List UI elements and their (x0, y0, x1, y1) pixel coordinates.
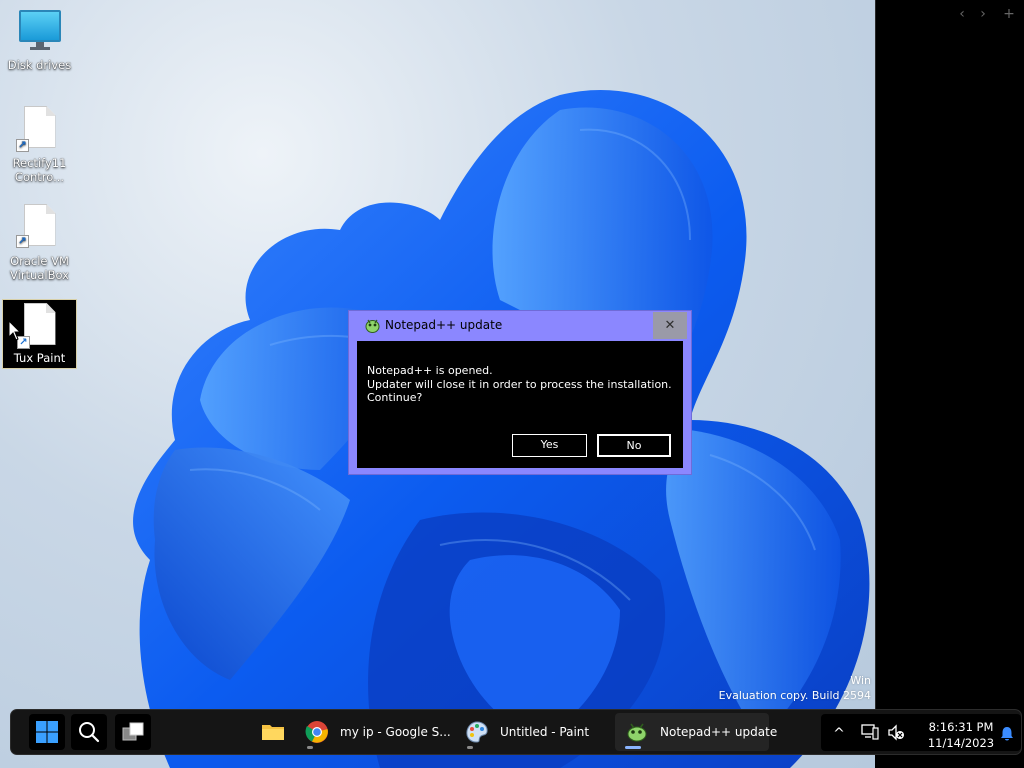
dialog-title: Notepad++ update (385, 318, 503, 332)
yes-button[interactable]: Yes (512, 434, 587, 457)
active-indicator (625, 746, 641, 749)
mouse-cursor-icon (8, 320, 22, 341)
show-hidden-icons-button[interactable]: ^ (829, 723, 849, 743)
monitor-icon (18, 10, 61, 52)
network-icon[interactable] (861, 724, 879, 740)
taskbar-app-chrome[interactable]: my ip - Google S... (295, 713, 451, 751)
running-indicator (467, 746, 473, 749)
desktop-icon-disk-drives[interactable]: Disk drives (2, 10, 77, 72)
notification-bell-icon[interactable] (999, 726, 1015, 742)
side-panel: ‹ › + (875, 0, 1024, 718)
taskbar-app-notepadpp-update[interactable]: Notepad++ update (615, 713, 777, 751)
watermark-line-1: Win (850, 674, 871, 687)
task-view-button[interactable] (115, 714, 151, 750)
paint-palette-icon (466, 721, 488, 743)
windows-logo-icon (36, 721, 58, 743)
taskbar-app-label: Untitled - Paint (500, 725, 590, 739)
taskbar-app-label: my ip - Google S... (340, 725, 451, 739)
search-button[interactable] (71, 714, 107, 750)
notepadpp-update-dialog: Notepad++ update ✕ Notepad++ is opened. … (348, 310, 692, 475)
folder-icon (262, 725, 284, 740)
taskbar-app-paint[interactable]: Untitled - Paint (455, 713, 589, 751)
notepadpp-icon (627, 723, 647, 742)
clock-time[interactable]: 8:16:31 PM (921, 720, 1001, 734)
desktop-icon-oracle-vm-virtualbox[interactable]: ↗ Oracle VM VirtualBox (2, 204, 77, 282)
chevron-up-icon: ^ (833, 726, 845, 742)
dialog-close-button[interactable]: ✕ (653, 312, 687, 339)
search-icon (79, 722, 100, 743)
taskbar: my ip - Google S... Untitled - Paint Not… (10, 709, 1022, 755)
panel-forward-button[interactable]: › (975, 6, 991, 22)
dialog-titlebar[interactable]: Notepad++ update ✕ (349, 311, 691, 340)
panel-back-button[interactable]: ‹ (954, 6, 970, 22)
task-view-icon (122, 722, 144, 741)
desktop-icon-label: Disk drives (7, 58, 72, 72)
desktop-icon-rectify11[interactable]: ↗ Rectify11 Contro... (2, 106, 77, 184)
running-indicator (307, 746, 313, 749)
chrome-icon (305, 721, 328, 743)
start-button[interactable] (29, 714, 65, 750)
volume-muted-icon[interactable] (887, 724, 905, 741)
desktop-icon-label: Tux Paint (13, 351, 66, 365)
watermark-line-2: Evaluation copy. Build 2594 (718, 689, 871, 702)
desktop[interactable]: Disk drives ↗ Rectify11 Contro... ↗ Orac… (0, 0, 875, 768)
desktop-icon-label: Rectify11 Contro... (12, 156, 67, 184)
no-button[interactable]: No (597, 434, 671, 457)
taskbar-app-label: Notepad++ update (660, 725, 778, 739)
panel-add-button[interactable]: + (1001, 6, 1017, 22)
shortcut-arrow-icon: ↗ (16, 139, 29, 152)
system-tray: ^ 8:16:31 PM 11/14/2023 (821, 714, 1021, 751)
taskbar-app-file-explorer[interactable] (251, 713, 293, 751)
dialog-message: Notepad++ is opened. Updater will close … (367, 364, 672, 404)
notepadpp-icon (365, 319, 380, 333)
close-icon: ✕ (664, 318, 676, 333)
clock-date[interactable]: 11/14/2023 (921, 736, 1001, 750)
shortcut-arrow-icon: ↗ (16, 235, 29, 248)
dialog-body: Notepad++ is opened. Updater will close … (357, 341, 683, 468)
desktop-icon-label: Oracle VM VirtualBox (10, 254, 69, 282)
